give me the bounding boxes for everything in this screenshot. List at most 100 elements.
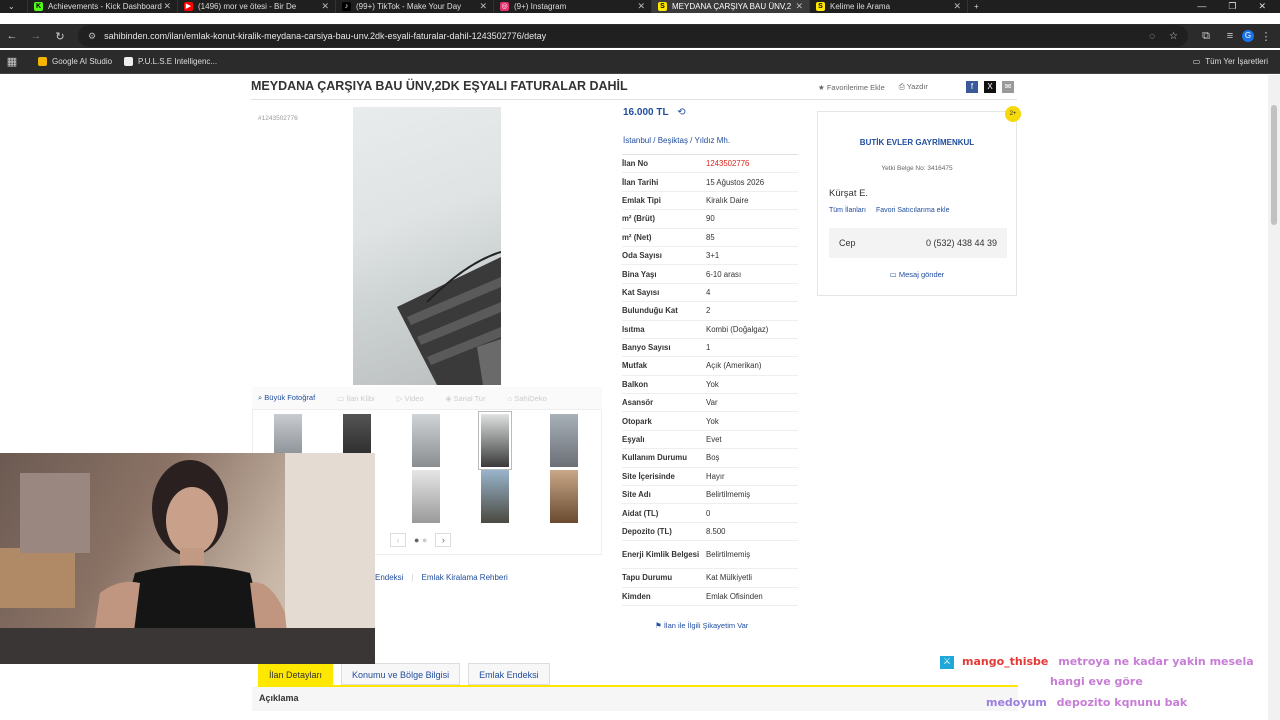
chat-text: depozito kqnunu bak	[1056, 696, 1188, 709]
star-icon: ★	[818, 82, 825, 92]
thumbnail[interactable]	[412, 414, 440, 467]
all-bookmarks[interactable]: ▭ Tüm Yer İşaretleri	[1193, 57, 1268, 66]
send-message-link[interactable]: ▭ Mesaj gönder	[818, 270, 1016, 279]
tab-label: (99+) TikTok - Make Your Day	[356, 2, 462, 11]
bookmark-google-ai-studio[interactable]: Google AI Studio	[38, 57, 112, 66]
divider	[251, 99, 1017, 100]
email-icon[interactable]: ✉	[1002, 81, 1014, 93]
facebook-icon[interactable]: f	[966, 81, 978, 93]
magnifier-icon: ⌕	[258, 393, 263, 402]
breadcrumb-neighborhood[interactable]: Yıldız Mh.	[694, 136, 730, 145]
virtual-tour-tab[interactable]: ◈ Sanal Tur	[446, 394, 486, 403]
tab-location-info[interactable]: Konumu ve Bölge Bilgisi	[341, 663, 461, 685]
breadcrumb-city[interactable]: İstanbul	[623, 136, 651, 145]
video-tab[interactable]: ▷ Video	[397, 394, 424, 403]
site-info-icon[interactable]: ⚙	[88, 31, 96, 42]
breadcrumb-district[interactable]: Beşiktaş	[658, 136, 688, 145]
star-icon[interactable]: ☆	[1169, 31, 1178, 42]
restore-icon[interactable]: ❐	[1228, 1, 1236, 12]
prev-arrow-icon[interactable]: ‹	[390, 533, 406, 547]
page-scrollbar[interactable]	[1268, 75, 1280, 720]
badge-icon: 2+	[1005, 106, 1021, 122]
tab-instagram[interactable]: ◎ (9+) Instagram ✕	[494, 0, 652, 13]
instagram-icon: ◎	[500, 2, 509, 11]
tab-kick[interactable]: K Achievements - Kick Dashboard ✕	[28, 0, 178, 13]
sahideko-tab[interactable]: ⌂ SahiDeko	[508, 394, 547, 403]
detail-row: Oda Sayısı 3+1	[622, 247, 798, 266]
thumbnail[interactable]	[412, 470, 440, 523]
reload-icon[interactable]: ↻	[48, 30, 72, 43]
next-arrow-icon[interactable]: ›	[435, 533, 452, 547]
x-twitter-icon[interactable]: X	[984, 81, 996, 93]
close-window-icon[interactable]: ✕	[1258, 1, 1266, 12]
close-icon[interactable]: ✕	[479, 1, 487, 12]
detail-value: 85	[706, 232, 715, 242]
detail-value: 15 Ağustos 2026	[706, 177, 765, 187]
bookmark-pulse[interactable]: P.U.L.S.E Intelligenc...	[124, 57, 217, 66]
large-photo-tab[interactable]: ⌕ Büyük Fotoğraf	[258, 393, 315, 403]
window-controls: — ❐ ✕	[1197, 1, 1280, 12]
close-icon[interactable]: ✕	[163, 1, 171, 12]
thumbnail[interactable]	[550, 414, 578, 467]
tab-sahibinden-listing[interactable]: S MEYDANA ÇARŞIYA BAU ÜNV,2 ✕	[652, 0, 810, 13]
close-icon[interactable]: ✕	[795, 1, 803, 12]
apps-grid-icon[interactable]: ▦	[0, 55, 24, 68]
detail-row: Bina Yaşı 6-10 arası	[622, 265, 798, 284]
tab-search-button[interactable]: ⌄	[0, 0, 28, 13]
media-icon[interactable]: ≡	[1218, 30, 1242, 42]
forward-arrow-icon[interactable]: →	[24, 30, 48, 42]
favorite-label: Favorilerime Ekle	[826, 82, 885, 92]
detail-value: Kat Mülkiyetli	[706, 573, 752, 583]
detail-key: Otopark	[622, 416, 652, 426]
new-tab-button[interactable]: +	[968, 0, 994, 13]
url-field[interactable]: ⚙ sahibinden.com/ilan/emlak-konut-kirali…	[78, 25, 1188, 47]
close-icon[interactable]: ✕	[321, 1, 329, 12]
print-link[interactable]: ⎙ Yazdır	[899, 82, 928, 92]
price: 16.000 TL ⟲	[623, 107, 686, 118]
tab-kelime-arama[interactable]: S Kelime ile Arama ✕	[810, 0, 968, 13]
thumbnail[interactable]	[550, 470, 578, 523]
main-photo[interactable]	[353, 107, 501, 385]
bookmark-label: Google AI Studio	[52, 57, 113, 66]
rental-guide-link[interactable]: Emlak Kiralama Rehberi	[422, 573, 508, 582]
eye-off-icon[interactable]: ◌	[1149, 31, 1155, 42]
back-arrow-icon[interactable]: ←	[0, 30, 24, 42]
detail-row: Tapu Durumu Kat Mülkiyetli	[622, 569, 798, 588]
tab-tiktok[interactable]: ♪ (99+) TikTok - Make Your Day ✕	[336, 0, 494, 13]
guide-links: Endeksi | Emlak Kiralama Rehberi	[375, 573, 508, 582]
tab-listing-details[interactable]: İlan Detayları	[258, 663, 334, 685]
tab-real-estate-index[interactable]: Emlak Endeksi	[468, 663, 550, 685]
profile-avatar[interactable]: G	[1242, 30, 1254, 42]
phone-number[interactable]: 0 (532) 438 44 39	[926, 238, 997, 248]
scrollbar-thumb[interactable]	[1271, 105, 1277, 225]
detail-key: Aidat (TL)	[622, 508, 659, 518]
complain-link[interactable]: ⚑ İlan ile İlgili Şikayetim Var	[655, 621, 748, 630]
page-dots: ● ●	[414, 535, 428, 545]
all-listings-link[interactable]: Tüm İlanları	[829, 207, 866, 214]
chat-username: mango_thisbe	[962, 655, 1049, 668]
price-value: 16.000 TL	[623, 107, 669, 118]
thumbnail[interactable]	[481, 470, 509, 523]
minimize-icon[interactable]: —	[1197, 1, 1206, 12]
extensions-icon[interactable]: ⧉	[1194, 30, 1218, 43]
detail-row: Enerji Kimlik Belgesi Belirtilmemiş	[622, 541, 798, 570]
index-link[interactable]: Endeksi	[375, 573, 403, 582]
agency-name[interactable]: BUTİK EVLER GAYRİMENKUL	[818, 138, 1016, 147]
favorite-seller-link[interactable]: Favori Satıcılarıma ekle	[876, 207, 950, 214]
price-history-icon[interactable]: ⟲	[677, 107, 685, 118]
detail-value: 3+1	[706, 251, 720, 261]
detail-value: Kombi (Doğalgaz)	[706, 324, 769, 334]
close-icon[interactable]: ✕	[953, 1, 961, 12]
home-icon: ⌂	[507, 393, 513, 403]
tab-label: (1496) mor ve ötesi - Bir De	[198, 2, 297, 11]
close-icon[interactable]: ✕	[637, 1, 645, 12]
tab-youtube[interactable]: ▶ (1496) mor ve ötesi - Bir De ✕	[178, 0, 336, 13]
chat-text: metroya ne kadar yakin mesela	[1058, 655, 1254, 668]
video-clip-tab[interactable]: ▭ İlan Klibi	[337, 394, 375, 403]
chat-message: medoyum depozito kqnunu bak	[986, 696, 1187, 709]
thumbnail-selected[interactable]	[478, 411, 512, 470]
menu-kebab-icon[interactable]: ⋮	[1254, 30, 1278, 43]
google-ai-studio-icon	[38, 57, 47, 66]
detail-row: m² (Brüt) 90	[622, 210, 798, 229]
favorite-link[interactable]: ★ Favorilerime Ekle	[818, 83, 885, 92]
